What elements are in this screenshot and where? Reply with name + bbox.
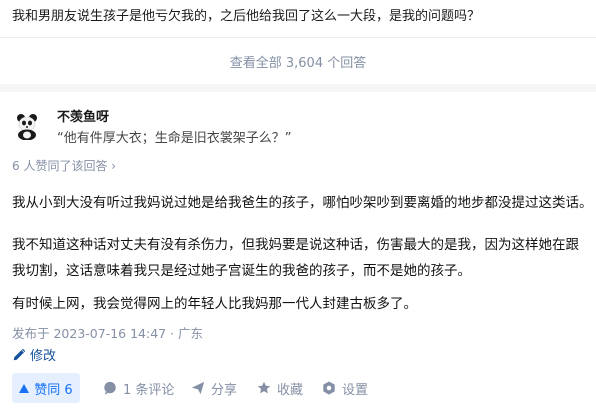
- share-icon: [191, 381, 205, 395]
- panda-avatar-icon: [12, 110, 42, 140]
- upvote-label: 赞同 6: [34, 382, 73, 398]
- author-name[interactable]: 不羡鱼呀: [57, 106, 109, 125]
- settings-button[interactable]: 设置: [322, 373, 368, 403]
- view-all-answers-link[interactable]: 查看全部 3,604 个回答: [0, 52, 596, 71]
- answer-card: 不羡鱼呀 “他有件厚大衣；生命是旧衣裳架子么？” 6 人赞同了该回答 › 我从小…: [0, 92, 596, 411]
- edit-label: 修改: [30, 349, 57, 364]
- comment-button[interactable]: 1 条评论: [103, 373, 174, 403]
- gear-icon: [323, 381, 335, 395]
- share-button[interactable]: 分享: [191, 373, 237, 403]
- triangle-up-icon: [19, 383, 30, 393]
- question-title[interactable]: 我和男朋友说生孩子是他亏欠我的，之后他给我回了这么一大段，是我的问题吗？: [12, 8, 480, 26]
- answer-paragraph: 我从小到大没有听过我妈说过她是给我爸生的孩子，哪怕吵架吵到要离婚的地步都没提过这…: [12, 195, 593, 211]
- settings-label: 设置: [342, 382, 369, 398]
- comment-label: 1 条评论: [123, 382, 175, 398]
- favorite-button[interactable]: 收藏: [257, 373, 303, 403]
- divider: [0, 37, 596, 38]
- answer-paragraph: 我不知道这种话对丈夫有没有杀伤力，但我妈要是说这种话，伤害最大的是我，因为这样她…: [12, 237, 579, 279]
- star-icon: [257, 381, 271, 394]
- comment-icon: [104, 381, 116, 395]
- avatar[interactable]: [12, 110, 42, 140]
- pencil-icon: [13, 348, 26, 360]
- share-label: 分享: [211, 382, 238, 398]
- question-card: 我和男朋友说生孩子是他亏欠我的，之后他给我回了这么一大段，是我的问题吗？ 查看全…: [0, 0, 596, 84]
- voters-link[interactable]: 6 人赞同了该回答 ›: [12, 157, 116, 174]
- action-bar: 赞同 6 1 条评论 分享 收藏 设置: [0, 373, 596, 403]
- favorite-label: 收藏: [277, 382, 304, 398]
- publish-info[interactable]: 发布于 2023-07-16 14:47 · 广东: [12, 323, 203, 342]
- author-bio: “他有件厚大衣；生命是旧衣裳架子么？”: [57, 131, 292, 146]
- edit-button[interactable]: 修改: [12, 345, 56, 364]
- answer-paragraph: 有时候上网，我会觉得网上的年轻人比我妈那一代人封建古板多了。: [12, 296, 417, 312]
- upvote-button[interactable]: 赞同 6: [12, 373, 80, 403]
